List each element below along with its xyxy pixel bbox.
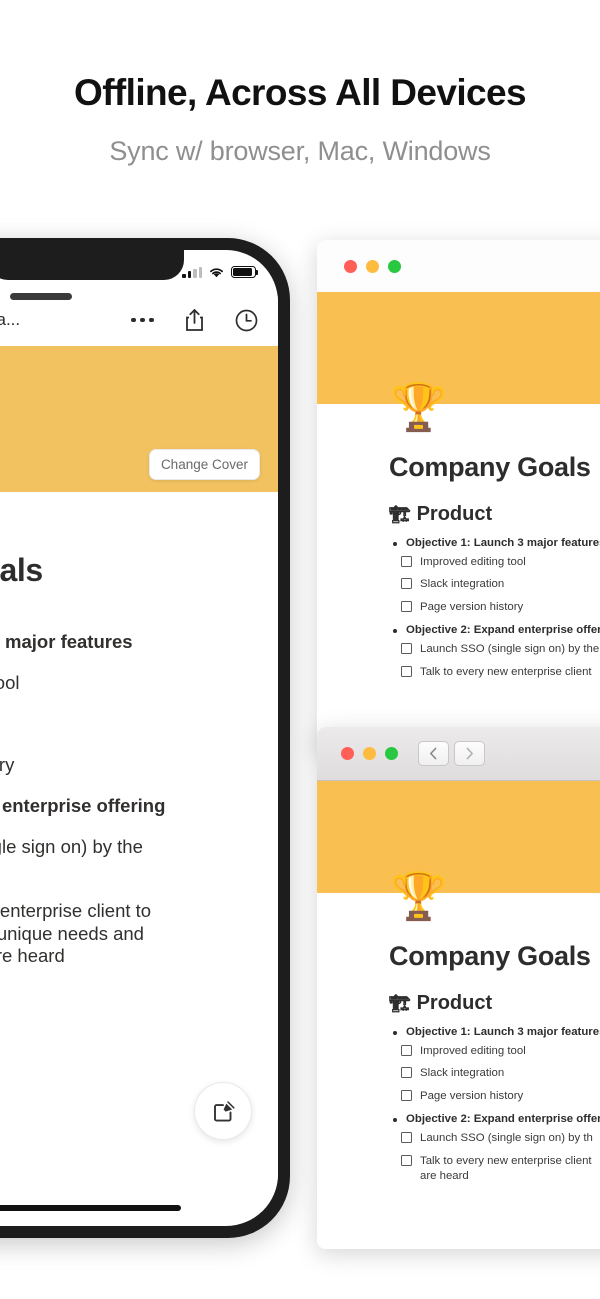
doc-title: Company Goals bbox=[389, 941, 591, 971]
compose-edit-icon[interactable] bbox=[194, 1082, 252, 1140]
checkbox-icon[interactable] bbox=[401, 1067, 412, 1079]
checkbox-icon[interactable] bbox=[401, 600, 412, 612]
ellipsis-icon[interactable] bbox=[131, 317, 154, 323]
desktop-window-back: 🏆 Company Goals 🏗 Product Objective 1: L… bbox=[317, 240, 600, 750]
doc-block-list: Objective 1: Launch 3 major features Imp… bbox=[389, 1026, 600, 1184]
checkbox-label: Slack integration bbox=[420, 1067, 505, 1080]
page-subtitle: Sync w/ browser, Mac, Windows bbox=[109, 136, 491, 166]
promo-screenshot: Offline, Across All Devices Sync w/ brow… bbox=[0, 0, 600, 1299]
list-item: SO (single sign on) by the e year bbox=[0, 835, 143, 857]
checkbox-icon[interactable] bbox=[401, 1154, 412, 1166]
doc-section-label: Product bbox=[416, 992, 493, 1014]
minimize-button[interactable] bbox=[366, 259, 379, 273]
checkbox-icon[interactable] bbox=[401, 643, 412, 655]
checkbox-icon[interactable] bbox=[401, 665, 412, 677]
phone-notch bbox=[0, 250, 184, 280]
checkbox-item[interactable]: Improved editing tool bbox=[389, 555, 600, 570]
checkbox-item[interactable]: Page version history bbox=[389, 1089, 600, 1104]
window-titlebar bbox=[317, 727, 600, 781]
close-button[interactable] bbox=[344, 259, 357, 273]
chevron-left-icon bbox=[430, 747, 437, 760]
window-cover-image: 🏆 bbox=[317, 292, 600, 430]
change-cover-button[interactable]: Change Cover bbox=[148, 449, 260, 480]
phone-doc-title: y Goals bbox=[0, 552, 43, 588]
share-icon[interactable] bbox=[184, 308, 205, 332]
phone-cover-image: Change Cover bbox=[0, 346, 278, 492]
checkbox-label: Page version history bbox=[420, 600, 524, 613]
phone-doc-list: aunch 3 major features editing tool grat… bbox=[0, 631, 242, 968]
checkbox-item[interactable]: Slack integration bbox=[389, 577, 600, 592]
back-button[interactable] bbox=[418, 741, 449, 766]
doc-block-list: Objective 1: Launch 3 major features Imp… bbox=[389, 537, 600, 680]
doc-section-label: Product bbox=[416, 503, 493, 525]
checkbox-item[interactable]: Launch SSO (single sign on) by th bbox=[389, 1131, 600, 1146]
trophy-icon: 🏆 bbox=[390, 381, 448, 433]
checkbox-label: Improved editing tool bbox=[420, 556, 526, 568]
wifi-icon bbox=[210, 267, 223, 277]
list-item: Expand enterprise offering bbox=[0, 794, 166, 816]
window-titlebar bbox=[317, 240, 600, 292]
checkbox-item[interactable]: Talk to every new enterprise client bbox=[389, 665, 600, 680]
checkbox-label: Launch SSO (single sign on) by the bbox=[420, 643, 600, 656]
checkbox-label: Improved editing tool bbox=[420, 1045, 526, 1057]
objective-item: Objective 1: Launch 3 major features bbox=[389, 1026, 600, 1038]
objective-item: Objective 1: Launch 3 major features bbox=[389, 537, 600, 549]
phone-screen: 🏆 Compa... Change Cover bbox=[0, 250, 278, 1226]
traffic-lights bbox=[344, 259, 401, 273]
window-cover-image: 🏆 bbox=[317, 781, 600, 919]
close-button[interactable] bbox=[341, 747, 354, 760]
phone-mockup: 🏆 Compa... Change Cover bbox=[0, 238, 290, 1238]
doc-section-heading: 🏗 Product bbox=[389, 992, 600, 1015]
window-document: Company Goals 🏗 Product Objective 1: Lau… bbox=[317, 404, 600, 750]
chevron-right-icon bbox=[466, 747, 473, 760]
window-document: Company Goals 🏗 Product Objective 1: Lau… bbox=[317, 893, 600, 1249]
checkbox-item[interactable]: Slack integration bbox=[389, 1066, 600, 1081]
checkbox-item[interactable]: Launch SSO (single sign on) by the bbox=[389, 642, 600, 657]
minimize-button[interactable] bbox=[363, 747, 376, 760]
crane-icon: 🏗 bbox=[389, 504, 411, 524]
checkbox-label: Talk to every new enterprise client bbox=[420, 665, 592, 678]
checkbox-label: Launch SSO (single sign on) by th bbox=[420, 1132, 593, 1145]
checkbox-label: Page version history bbox=[420, 1089, 524, 1102]
checkbox-icon[interactable] bbox=[401, 1132, 412, 1144]
maximize-button[interactable] bbox=[385, 747, 398, 760]
checkbox-item[interactable]: Talk to every new enterprise client are … bbox=[389, 1154, 600, 1185]
checkbox-icon[interactable] bbox=[401, 578, 412, 590]
list-item: ion history bbox=[0, 753, 15, 775]
checkbox-icon[interactable] bbox=[401, 1045, 412, 1056]
desktop-window-front: 🏆 Company Goals 🏗 Product Objective 1: L… bbox=[317, 727, 600, 1249]
crane-icon: 🏗 bbox=[389, 993, 411, 1013]
checkbox-label: Talk to every new enterprise client are … bbox=[420, 1154, 592, 1182]
list-item: gration bbox=[0, 713, 242, 736]
objective-item: Objective 2: Expand enterprise offering bbox=[389, 1113, 600, 1125]
list-item: editing tool bbox=[0, 671, 20, 693]
navigation-buttons bbox=[418, 741, 485, 766]
phone-page-title[interactable]: Compa... bbox=[0, 310, 20, 330]
forward-button[interactable] bbox=[454, 741, 485, 766]
trophy-icon: 🏆 bbox=[390, 870, 448, 922]
objective-item: Objective 2: Expand enterprise offering bbox=[389, 624, 600, 636]
maximize-button[interactable] bbox=[388, 259, 401, 273]
cellular-signal-icon bbox=[182, 266, 202, 278]
checkbox-icon[interactable] bbox=[401, 556, 412, 567]
battery-full-icon bbox=[231, 266, 259, 278]
phone-toolbar: 🏆 Compa... bbox=[0, 294, 278, 346]
page-title: Offline, Across All Devices bbox=[74, 72, 527, 113]
clock-history-icon[interactable] bbox=[235, 309, 258, 332]
doc-section-heading: 🏗 Product bbox=[389, 503, 600, 526]
checkbox-icon[interactable] bbox=[401, 1089, 412, 1101]
list-item: ery new enterprise client to nd their un… bbox=[0, 899, 152, 967]
checkbox-label: Slack integration bbox=[420, 578, 505, 591]
checkbox-item[interactable]: Improved editing tool bbox=[389, 1044, 600, 1059]
traffic-lights bbox=[341, 747, 398, 760]
home-indicator bbox=[0, 1205, 181, 1211]
doc-title: Company Goals bbox=[389, 452, 591, 482]
list-item: aunch 3 major features bbox=[0, 631, 133, 652]
phone-speaker bbox=[10, 293, 72, 300]
checkbox-item[interactable]: Page version history bbox=[389, 600, 600, 615]
